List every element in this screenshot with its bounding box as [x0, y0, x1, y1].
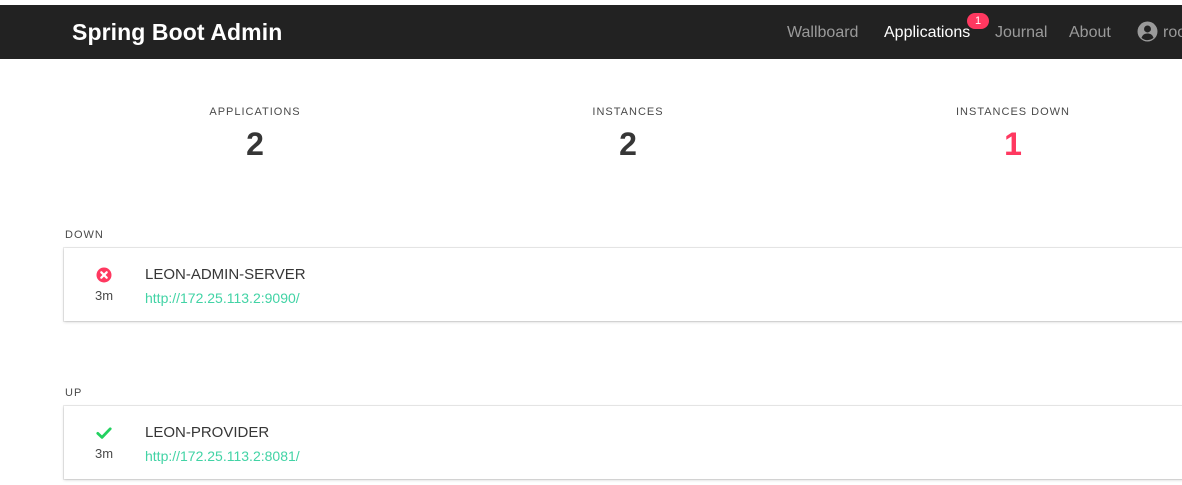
stat-instances-heading: INSTANCES [592, 106, 664, 118]
stat-instances-down-value: 1 [1004, 126, 1022, 162]
x-circle-icon [96, 267, 112, 283]
check-icon [96, 427, 112, 439]
application-name: LEON-PROVIDER [145, 424, 270, 441]
nav-journal[interactable]: Journal [995, 24, 1047, 42]
group-label-up: UP [65, 387, 83, 399]
application-card-up[interactable]: 3m LEON-PROVIDER http://172.25.113.2:808… [64, 406, 1182, 479]
status-time: 3m [94, 446, 114, 461]
brand-title[interactable]: Spring Boot Admin [72, 19, 282, 46]
application-url-link[interactable]: http://172.25.113.2:9090/ [145, 290, 300, 306]
application-name: LEON-ADMIN-SERVER [145, 266, 306, 283]
group-label-down: DOWN [65, 229, 104, 241]
user-circle-icon[interactable] [1137, 21, 1158, 42]
stat-applications: APPLICATIONS 2 [135, 106, 375, 163]
nav-about[interactable]: About [1069, 24, 1111, 42]
applications-notification-badge: 1 [967, 13, 989, 29]
stat-instances-down: INSTANCES DOWN 1 [893, 106, 1133, 163]
stat-applications-value: 2 [246, 126, 264, 162]
nav-wallboard[interactable]: Wallboard [787, 24, 858, 42]
stat-applications-heading: APPLICATIONS [209, 106, 301, 118]
nav-user[interactable]: roo [1163, 24, 1182, 42]
stat-instances: INSTANCES 2 [508, 106, 748, 163]
application-card-down[interactable]: 3m LEON-ADMIN-SERVER http://172.25.113.2… [64, 248, 1182, 321]
application-url-link[interactable]: http://172.25.113.2:8081/ [145, 448, 300, 464]
stat-instances-down-heading: INSTANCES DOWN [955, 106, 1071, 118]
nav-applications[interactable]: Applications [884, 24, 970, 42]
status-time: 3m [94, 288, 114, 303]
stat-instances-value: 2 [619, 126, 637, 162]
navbar: Spring Boot Admin Wallboard Applications… [0, 5, 1182, 59]
